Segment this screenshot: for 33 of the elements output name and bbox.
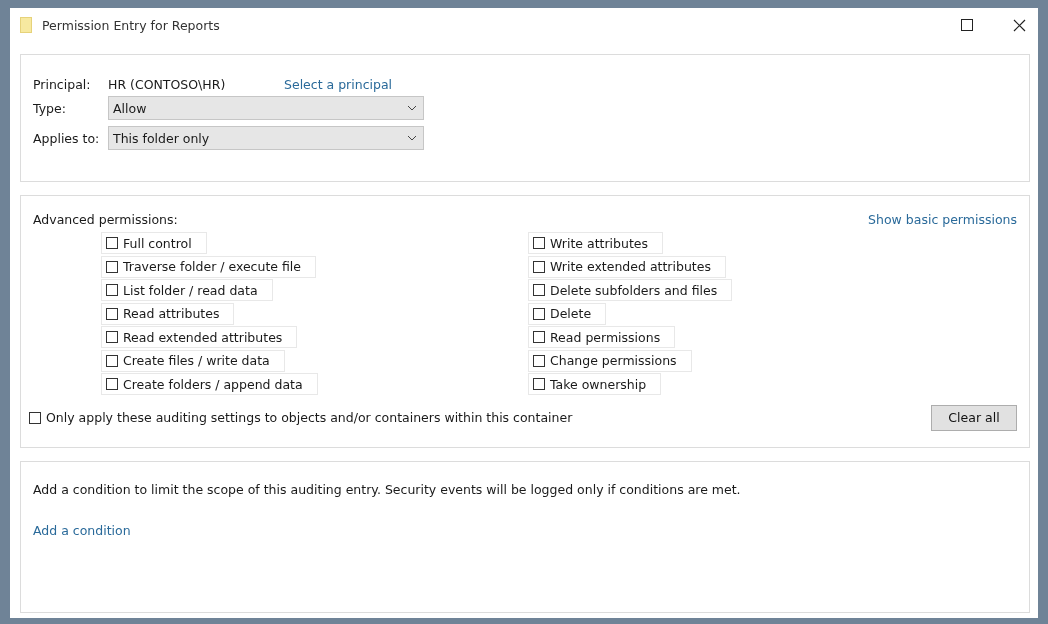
chevron-icon xyxy=(407,105,417,111)
field-label: Type: xyxy=(33,100,67,116)
condition-description: Add a condition to limit the scope of this auditing entry. Security events will be logged only if conditions are met. xyxy=(33,482,741,497)
permission-checkbox[interactable]: Read permissions xyxy=(528,326,676,348)
permission-checkbox[interactable]: Traverse folder / execute file xyxy=(101,255,316,278)
close-icon[interactable] xyxy=(1013,18,1026,32)
type-dropdown[interactable]: Allow xyxy=(108,96,424,120)
maximize-icon[interactable] xyxy=(961,19,973,31)
add-condition-link[interactable]: Add a condition xyxy=(33,523,131,538)
chevron-icon xyxy=(407,135,417,141)
principal-name: HR (CONTOSO\HR) xyxy=(108,76,227,92)
clear-all-button[interactable]: Clear all xyxy=(931,404,1017,431)
permission-checkbox[interactable]: Read extended attributes xyxy=(101,326,298,348)
permission-checkbox[interactable]: Write extended attributes xyxy=(528,255,726,278)
folder-icon xyxy=(20,17,32,33)
show-basic-permissions-link[interactable]: Show basic permissions xyxy=(868,212,1017,232)
permission-checkbox[interactable]: Create folders / append data xyxy=(101,373,318,395)
section-label: Advanced permissions: xyxy=(33,212,178,229)
window-title: Permission Entry for Reports xyxy=(42,17,220,33)
permission-checkbox[interactable]: Read attributes xyxy=(101,302,235,325)
permission-checkbox[interactable]: Delete subfolders and files xyxy=(528,279,733,301)
permission-checkbox[interactable]: Full control xyxy=(101,232,207,254)
select-principal-link[interactable]: Select a principal xyxy=(284,76,393,92)
permission-checkbox[interactable]: List folder / read data xyxy=(101,279,273,301)
permission-checkbox[interactable]: Write attributes xyxy=(528,232,663,254)
permission-checkbox[interactable]: Delete xyxy=(528,302,607,325)
field-label: Applies to: xyxy=(33,130,101,146)
apply-scope-checkbox[interactable]: Only apply these auditing settings to objects and/or containers within this container xyxy=(29,406,573,429)
permission-checkbox[interactable]: Create files / write data xyxy=(101,349,285,372)
field-label: Principal: xyxy=(33,76,92,92)
applies-to-dropdown[interactable]: This folder only xyxy=(108,126,424,150)
permission-checkbox[interactable]: Take ownership xyxy=(528,373,662,395)
permission-checkbox[interactable]: Change permissions xyxy=(528,349,692,372)
